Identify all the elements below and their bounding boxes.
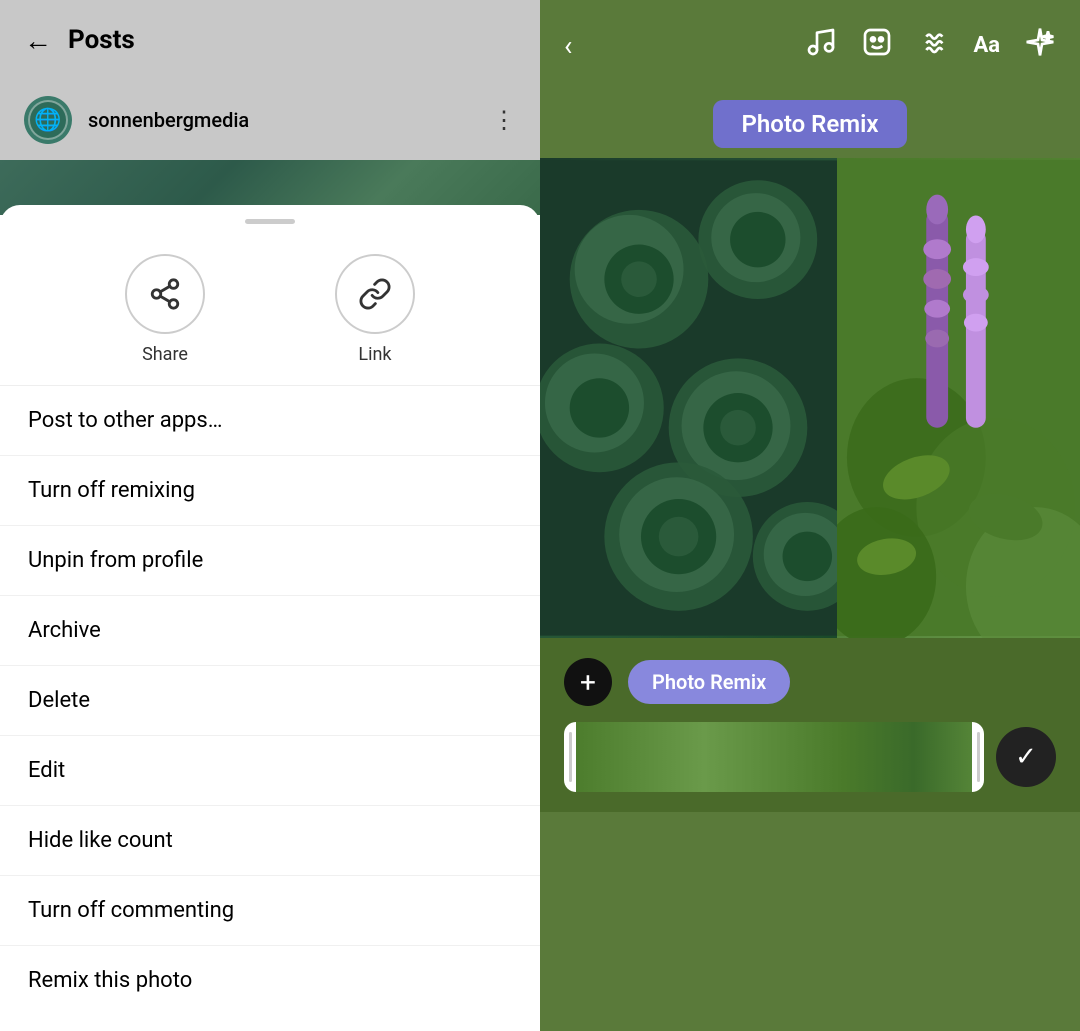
link-label: Link: [358, 344, 391, 365]
menu-item-post-other-apps[interactable]: Post to other apps…: [0, 386, 540, 456]
menu-item-remix-photo[interactable]: Remix this photo: [0, 946, 540, 1015]
story-back-button[interactable]: ‹: [564, 29, 572, 62]
sheet-handle: [0, 205, 540, 234]
avatar-inner: 🌐: [28, 100, 68, 140]
story-top-bar: ‹: [540, 0, 1080, 90]
share-label: Share: [142, 344, 188, 365]
sticker-icon[interactable]: [861, 26, 893, 65]
page-title: Posts: [68, 25, 135, 55]
bottom-sheet: Share Link Post to other apps… Turn off …: [0, 205, 540, 1031]
timeline-strip[interactable]: [564, 722, 984, 792]
story-add-row: + Photo Remix: [564, 658, 1056, 706]
menu-item-edit[interactable]: Edit: [0, 736, 540, 806]
top-bar: ← Posts: [0, 0, 540, 80]
handle-line-right: [977, 732, 980, 782]
profile-bar: 🌐 sonnenbergmedia ⋮: [0, 80, 540, 160]
photo-remix-badge: Photo Remix: [713, 100, 906, 148]
photo-remix-pill[interactable]: Photo Remix: [628, 660, 790, 704]
avatar: 🌐: [24, 96, 72, 144]
link-button[interactable]: Link: [335, 254, 415, 365]
photo-remix-label-area: Photo Remix: [540, 100, 1080, 148]
timeline-row: ✓: [564, 722, 1056, 792]
lupine-svg: [837, 158, 1080, 638]
link-circle: [335, 254, 415, 334]
username-label: sonnenbergmedia: [88, 108, 492, 132]
add-button[interactable]: +: [564, 658, 612, 706]
confirm-button[interactable]: ✓: [996, 727, 1056, 787]
succulent-pattern-bg: [540, 158, 837, 638]
back-button[interactable]: ←: [24, 24, 52, 57]
more-options-button[interactable]: ⋮: [492, 106, 516, 134]
share-circle: [125, 254, 205, 334]
right-panel: ‹: [540, 0, 1080, 1031]
menu-item-delete[interactable]: Delete: [0, 666, 540, 736]
menu-item-turn-off-commenting[interactable]: Turn off commenting: [0, 876, 540, 946]
menu-item-unpin-profile[interactable]: Unpin from profile: [0, 526, 540, 596]
timeline-handle-left[interactable]: [564, 722, 576, 792]
menu-list: Post to other apps… Turn off remixing Un…: [0, 386, 540, 1031]
share-icon: [148, 277, 182, 311]
left-panel: ← Posts 🌐 sonnenbergmedia ⋮: [0, 0, 540, 1031]
menu-item-hide-like-count[interactable]: Hide like count: [0, 806, 540, 876]
sparkle-icon[interactable]: [1024, 26, 1056, 65]
link-icon: [358, 277, 392, 311]
story-images: [540, 158, 1080, 638]
story-icons-row: Aa: [805, 26, 1056, 65]
avatar-icon: 🌐: [34, 108, 61, 133]
menu-item-turn-off-remixing[interactable]: Turn off remixing: [0, 456, 540, 526]
menu-item-archive[interactable]: Archive: [0, 596, 540, 666]
drag-handle: [245, 219, 295, 224]
text-aa-icon[interactable]: Aa: [973, 33, 1000, 58]
share-button[interactable]: Share: [125, 254, 205, 365]
music-note-icon[interactable]: [805, 26, 837, 65]
handle-line-left: [569, 732, 572, 782]
lupine-image: [837, 158, 1080, 638]
action-buttons-row: Share Link: [0, 234, 540, 386]
succulent-svg: [540, 158, 837, 638]
succulent-image: [540, 158, 837, 638]
story-bottom-area: + Photo Remix ✓: [540, 638, 1080, 812]
timeline-handle-right[interactable]: [972, 722, 984, 792]
timeline-content: [564, 722, 984, 792]
wave-icon[interactable]: [917, 26, 949, 65]
